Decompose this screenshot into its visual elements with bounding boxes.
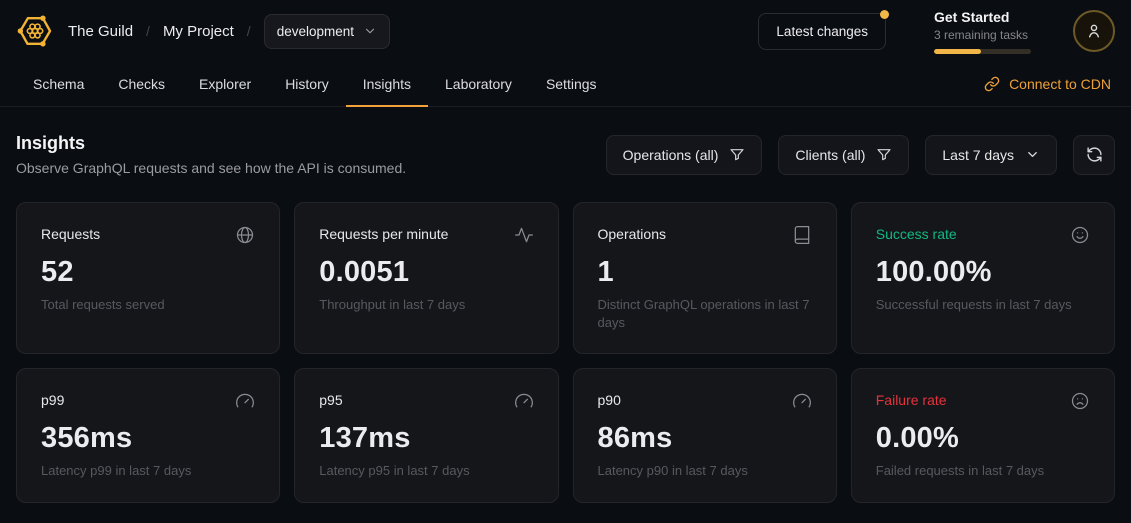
get-started-subtitle: 3 remaining tasks: [934, 28, 1031, 42]
filters-toolbar: Operations (all) Clients (all) Last 7 da…: [606, 135, 1115, 175]
gauge-icon: [514, 391, 534, 411]
stat-card-title: Failure rate: [876, 391, 947, 408]
insights-page: Insights Observe GraphQL requests and se…: [0, 133, 1131, 503]
tab-history[interactable]: History: [268, 62, 346, 107]
page-description: Observe GraphQL requests and see how the…: [16, 160, 406, 176]
stat-card-requests: Requests 52 Total requests served: [16, 202, 280, 354]
latest-changes-button[interactable]: Latest changes: [758, 13, 886, 50]
stat-card-subtitle: Total requests served: [41, 296, 255, 314]
chevron-down-icon: [363, 24, 377, 38]
refresh-icon: [1086, 146, 1103, 163]
gauge-icon: [235, 391, 255, 411]
link-icon: [984, 76, 1000, 92]
stat-card-subtitle: Latency p90 in last 7 days: [598, 462, 812, 480]
chevron-down-icon: [1025, 147, 1040, 162]
operations-filter-button[interactable]: Operations (all): [606, 135, 763, 175]
stat-card-p99: p99 356ms Latency p99 in last 7 days: [16, 368, 280, 503]
period-select-value: Last 7 days: [942, 147, 1014, 163]
stat-card-title: Requests per minute: [319, 225, 448, 242]
stat-card-operations: Operations 1 Distinct GraphQL operations…: [573, 202, 837, 354]
stat-card-title: Success rate: [876, 225, 957, 242]
breadcrumb-project[interactable]: My Project: [163, 23, 234, 40]
tab-checks[interactable]: Checks: [101, 62, 182, 107]
stat-card-subtitle: Throughput in last 7 days: [319, 296, 533, 314]
tab-insights[interactable]: Insights: [346, 62, 428, 107]
get-started-widget[interactable]: Get Started 3 remaining tasks: [934, 9, 1031, 54]
page-title: Insights: [16, 133, 406, 154]
period-select-button[interactable]: Last 7 days: [925, 135, 1057, 175]
tab-schema[interactable]: Schema: [16, 62, 101, 107]
get-started-progress: [934, 49, 1031, 54]
filter-icon: [729, 147, 745, 163]
stat-card-value: 52: [41, 256, 255, 289]
user-icon: [1084, 21, 1104, 41]
tab-settings[interactable]: Settings: [529, 62, 614, 107]
notification-dot: [880, 10, 889, 19]
stat-card-title: Requests: [41, 225, 100, 242]
stat-card-title: Operations: [598, 225, 666, 242]
breadcrumb-separator: /: [247, 23, 251, 39]
operations-filter-label: Operations (all): [623, 147, 719, 163]
clients-filter-label: Clients (all): [795, 147, 865, 163]
stat-card-subtitle: Successful requests in last 7 days: [876, 296, 1090, 314]
get-started-title: Get Started: [934, 9, 1031, 25]
target-select-value: development: [277, 24, 354, 39]
page-head: Insights Observe GraphQL requests and se…: [16, 133, 1115, 176]
stat-card-value: 137ms: [319, 422, 533, 455]
stat-card-failure-rate: Failure rate 0.00% Failed requests in la…: [851, 368, 1115, 503]
stat-card-title: p95: [319, 391, 342, 408]
clients-filter-button[interactable]: Clients (all): [778, 135, 909, 175]
stat-card-subtitle: Failed requests in last 7 days: [876, 462, 1090, 480]
project-nav: Schema Checks Explorer History Insights …: [0, 62, 1131, 107]
latest-changes-label: Latest changes: [776, 24, 868, 39]
breadcrumb-separator: /: [146, 23, 150, 39]
stats-grid: Requests 52 Total requests served Reques…: [16, 202, 1115, 503]
stat-card-value: 356ms: [41, 422, 255, 455]
stat-card-value: 86ms: [598, 422, 812, 455]
gauge-icon: [792, 391, 812, 411]
activity-icon: [514, 225, 534, 245]
stat-card-subtitle: Latency p95 in last 7 days: [319, 462, 533, 480]
stat-card-subtitle: Latency p99 in last 7 days: [41, 462, 255, 480]
stat-card-value: 0.00%: [876, 422, 1090, 455]
tab-explorer[interactable]: Explorer: [182, 62, 268, 107]
refresh-button[interactable]: [1073, 135, 1115, 175]
stat-card-success-rate: Success rate 100.00% Successful requests…: [851, 202, 1115, 354]
page-head-text: Insights Observe GraphQL requests and se…: [16, 133, 406, 176]
stat-card-value: 100.00%: [876, 256, 1090, 289]
filter-icon: [876, 147, 892, 163]
user-menu-button[interactable]: [1073, 10, 1115, 52]
globe-icon: [235, 225, 255, 245]
connect-to-cdn-label: Connect to CDN: [1009, 76, 1111, 92]
stat-card-title: p90: [598, 391, 621, 408]
get-started-progress-fill: [934, 49, 981, 54]
target-select[interactable]: development: [264, 14, 390, 49]
frown-icon: [1070, 391, 1090, 411]
stat-card-value: 0.0051: [319, 256, 533, 289]
app-header: The Guild / My Project / development Lat…: [0, 0, 1131, 62]
stat-card-subtitle: Distinct GraphQL operations in last 7 da…: [598, 296, 812, 331]
stat-card-p90: p90 86ms Latency p90 in last 7 days: [573, 368, 837, 503]
book-icon: [792, 225, 812, 245]
smile-icon: [1070, 225, 1090, 245]
breadcrumb-org[interactable]: The Guild: [68, 23, 133, 40]
stat-card-value: 1: [598, 256, 812, 289]
hive-logo-icon[interactable]: [16, 12, 54, 50]
stat-card-requests-per-minute: Requests per minute 0.0051 Throughput in…: [294, 202, 558, 354]
stat-card-title: p99: [41, 391, 64, 408]
stat-card-p95: p95 137ms Latency p95 in last 7 days: [294, 368, 558, 503]
tab-laboratory[interactable]: Laboratory: [428, 62, 529, 107]
connect-to-cdn-link[interactable]: Connect to CDN: [980, 62, 1115, 106]
